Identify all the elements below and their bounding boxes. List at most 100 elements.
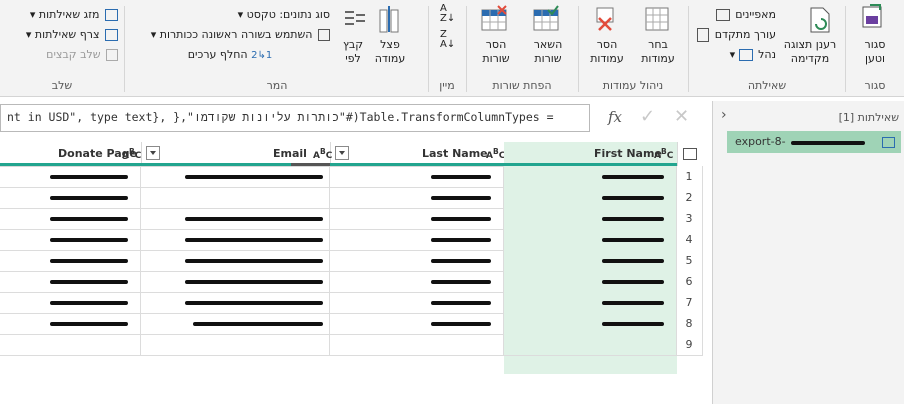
table-cell[interactable] [504, 187, 677, 209]
table-cell[interactable] [504, 166, 677, 188]
row-number-cell[interactable]: 8 [677, 313, 703, 335]
group-label-sort: מיין [439, 79, 455, 92]
table-cell[interactable] [0, 334, 141, 356]
table-cell[interactable] [141, 313, 330, 335]
formula-input[interactable]: nt in USD", type text}, },"כותרות עליונו… [0, 104, 590, 132]
ribbon-group-combine: מזג שאילתות ▾ צרף שאילתות ▾ שלב קבצים של… [2, 0, 122, 96]
table-cell[interactable] [504, 250, 677, 272]
refresh-preview-button[interactable]: רענן תצוגה מקדימה [778, 38, 842, 66]
query-item-label: export-8- [735, 135, 786, 148]
redaction [602, 301, 664, 305]
manage-button[interactable]: נהל ▾ [720, 48, 776, 61]
table-cell[interactable] [504, 229, 677, 251]
table-cell[interactable] [0, 208, 141, 230]
remove-rows-button[interactable]: הסר שורות [470, 38, 522, 66]
data-type-dropdown[interactable]: סוג נתונים: טקסט ▾ [130, 8, 330, 21]
redaction [602, 259, 664, 263]
row-number: 4 [685, 233, 693, 246]
table-menu-button[interactable] [677, 142, 703, 166]
formula-text: nt in USD", type text}, },"כותרות עליונו… [7, 110, 554, 124]
choose-columns-button[interactable]: בחר עמודות [634, 38, 682, 66]
sort-descending-button[interactable]: Z A↓ [440, 30, 455, 50]
table-cell[interactable] [330, 334, 504, 356]
fx-icon[interactable]: fx [608, 108, 622, 126]
type-text-icon[interactable]: ABC [122, 147, 141, 161]
table-cell[interactable] [141, 229, 330, 251]
merge-queries-button[interactable]: מזג שאילתות ▾ [6, 8, 118, 21]
table-cell[interactable] [330, 229, 504, 251]
table-cell[interactable] [0, 229, 141, 251]
type-text-icon[interactable]: ABC [486, 147, 505, 161]
append-queries-button[interactable]: צרף שאילתות ▾ [6, 28, 118, 41]
table-row: 4 [0, 229, 703, 251]
ribbon-group-transform: פצל עמודה קבץ לפי סוג נתונים: טקסט ▾ השת… [128, 0, 426, 96]
row-number-cell[interactable]: 3 [677, 208, 703, 230]
redaction [50, 280, 128, 284]
table-row: 1 [0, 166, 703, 188]
table-cell[interactable] [141, 271, 330, 293]
use-first-row-button[interactable]: השתמש בשורה ראשונה ככותרות ▾ [130, 28, 330, 41]
table-cell[interactable] [330, 292, 504, 314]
table-cell[interactable] [330, 313, 504, 335]
choose-columns-icon [645, 7, 669, 31]
group-by-button[interactable]: קבץ לפי [334, 38, 372, 66]
redaction [602, 175, 664, 179]
row-number: 3 [685, 212, 693, 225]
row-number: 9 [685, 338, 693, 351]
table-cell[interactable] [330, 166, 504, 188]
type-text-icon[interactable]: ABC [654, 147, 673, 161]
chevron-down-icon: ▾ [25, 28, 32, 41]
remove-columns-button[interactable]: הסר עמודות [582, 38, 632, 66]
split-column-button[interactable]: פצל עמודה [368, 38, 412, 66]
table-row: 2 [0, 187, 703, 209]
row-number: 2 [685, 191, 693, 204]
table-cell[interactable] [141, 292, 330, 314]
table-cell[interactable] [504, 334, 677, 356]
table-cell[interactable] [330, 250, 504, 272]
redaction [431, 196, 491, 200]
table-icon [318, 29, 330, 41]
table-cell[interactable] [0, 313, 141, 335]
table-cell[interactable] [330, 187, 504, 209]
table-cell[interactable] [504, 313, 677, 335]
redaction [602, 322, 664, 326]
row-number-cell[interactable]: 4 [677, 229, 703, 251]
row-number-cell[interactable]: 5 [677, 250, 703, 272]
row-number-cell[interactable]: 6 [677, 271, 703, 293]
redaction [431, 280, 491, 284]
table-cell[interactable] [141, 187, 330, 209]
refresh-preview-icon [810, 7, 830, 33]
check-icon[interactable]: ✓ [640, 106, 655, 127]
properties-button[interactable]: מאפיינים [694, 8, 776, 21]
close-icon[interactable]: ✕ [674, 106, 689, 127]
table-cell[interactable] [504, 208, 677, 230]
table-cell[interactable] [0, 187, 141, 209]
close-load-button[interactable]: סגור וטען [850, 38, 900, 66]
table-cell[interactable] [141, 334, 330, 356]
replace-values-button[interactable]: 1↳2 החלף ערכים [130, 48, 330, 61]
keep-rows-button[interactable]: השאר שורות [522, 38, 574, 66]
row-number-cell[interactable]: 9 [677, 334, 703, 356]
sort-ascending-button[interactable]: A Z↓ [440, 4, 455, 24]
table-cell[interactable] [0, 271, 141, 293]
table-cell[interactable] [504, 292, 677, 314]
table-cell[interactable] [0, 250, 141, 272]
table-cell[interactable] [141, 166, 330, 188]
table-cell[interactable] [0, 292, 141, 314]
query-item[interactable]: export-8- [727, 131, 901, 153]
row-number: 6 [685, 275, 693, 288]
combine-files-button[interactable]: שלב קבצים [6, 48, 118, 61]
advanced-editor-button[interactable]: עורך מתקדם [694, 28, 776, 42]
table-cell[interactable] [504, 271, 677, 293]
table-cell[interactable] [141, 250, 330, 272]
redaction [185, 301, 323, 305]
row-number-cell[interactable]: 7 [677, 292, 703, 314]
row-number-cell[interactable]: 1 [677, 166, 703, 188]
table-cell[interactable] [0, 166, 141, 188]
table-cell[interactable] [330, 208, 504, 230]
row-number-cell[interactable]: 2 [677, 187, 703, 209]
table-cell[interactable] [330, 271, 504, 293]
table-cell[interactable] [141, 208, 330, 230]
close-load-icon [862, 4, 882, 28]
chevron-right-icon[interactable]: › [721, 107, 727, 123]
